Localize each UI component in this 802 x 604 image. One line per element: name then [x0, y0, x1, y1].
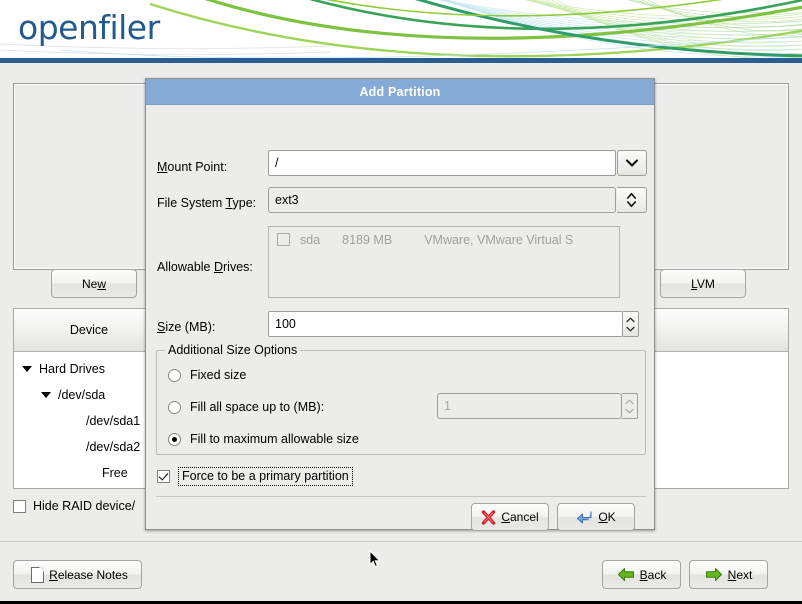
radio-icon[interactable]: [168, 368, 181, 382]
new-button-label: New: [81, 276, 106, 291]
enter-arrow-icon: [577, 511, 592, 523]
back-button-label: Back: [639, 567, 667, 582]
installer-screen: openfiler New LVM Device Hard Drives /de…: [0, 0, 802, 604]
mount-point-input[interactable]: /: [268, 150, 616, 176]
expander-triangle-icon[interactable]: [22, 366, 32, 372]
lvm-button[interactable]: LVM: [660, 269, 746, 298]
ok-button[interactable]: OK: [557, 503, 635, 531]
ok-button-label: OK: [598, 510, 616, 524]
add-partition-dialog: Add Partition Mount Point: / File System…: [145, 78, 655, 531]
cancel-button-label: Cancel: [501, 510, 539, 524]
column-header-device: Device: [69, 323, 109, 337]
drive-model: VMware, VMware Virtual S: [424, 232, 574, 247]
red-x-icon: [482, 509, 496, 525]
radio-fill-up-to[interactable]: Fill all space up to (MB):: [168, 400, 324, 414]
drive-name: sda: [300, 232, 321, 247]
radio-fill-maximum-label: Fill to maximum allowable size: [190, 432, 359, 446]
spinner-up-arrow-icon[interactable]: [626, 317, 635, 323]
chevron-down-icon: [625, 159, 639, 167]
list-item[interactable]: sda 8189 MB VMware, VMware Virtual S: [269, 227, 619, 247]
hide-raid-label: Hide RAID device/: [33, 499, 136, 513]
chevron-up-down-icon: [626, 192, 637, 208]
size-mb-spinner[interactable]: [623, 311, 639, 337]
spinner-down-arrow-icon[interactable]: [626, 326, 635, 332]
arrow-left-icon: [617, 568, 634, 581]
dialog-title: Add Partition: [146, 79, 654, 105]
arrow-right-icon: [705, 568, 722, 581]
dialog-body: Mount Point: / File System Type: ext3 Al…: [146, 105, 654, 531]
checkbox-icon[interactable]: [277, 233, 290, 246]
mount-point-value: /: [275, 156, 279, 170]
additional-size-options-group: Additional Size Options Fixed size Fill …: [156, 343, 646, 455]
size-mb-value: 100: [275, 317, 296, 331]
next-button[interactable]: Next: [689, 560, 768, 589]
fill-up-to-value: 1: [444, 399, 451, 413]
checkbox-icon[interactable]: [157, 470, 170, 483]
device-label: Hard Drives: [39, 362, 105, 376]
hide-raid-checkbox[interactable]: Hide RAID device/: [13, 499, 135, 513]
header-banner: openfiler: [0, 0, 802, 58]
file-system-type-select[interactable]: ext3: [268, 187, 616, 213]
device-label: /dev/sda2: [86, 440, 141, 454]
spinner-up-arrow-icon[interactable]: [625, 399, 634, 405]
mount-point-dropdown-button[interactable]: [617, 150, 647, 176]
device-label: /dev/sda: [58, 388, 106, 402]
radio-fill-up-to-label: Fill all space up to (MB):: [190, 400, 325, 414]
size-mb-input[interactable]: 100: [268, 311, 623, 337]
release-notes-label: Release Notes: [49, 567, 128, 582]
radio-fixed-size[interactable]: Fixed size: [168, 368, 246, 382]
cancel-button[interactable]: Cancel: [471, 503, 549, 531]
fill-up-to-input[interactable]: 1: [437, 393, 622, 419]
group-title: Additional Size Options: [165, 343, 301, 357]
radio-fill-maximum[interactable]: Fill to maximum allowable size: [168, 432, 359, 446]
lvm-button-label: LVM: [691, 276, 715, 291]
fill-up-to-spinner[interactable]: [622, 393, 638, 419]
checkbox-icon[interactable]: [13, 499, 26, 513]
next-button-label: Next: [727, 567, 753, 582]
file-system-type-spin-button[interactable]: [617, 187, 647, 213]
release-notes-button[interactable]: Release Notes: [13, 560, 142, 589]
allowable-drives-label: Allowable Drives:: [157, 260, 253, 274]
openfiler-logo: openfiler: [18, 8, 160, 47]
force-primary-label: Force to be a primary partition: [178, 467, 353, 486]
device-label: /dev/sda1: [86, 414, 141, 428]
drive-size: 8189 MB: [342, 232, 393, 247]
spinner-down-arrow-icon[interactable]: [625, 408, 634, 414]
force-primary-partition-checkbox[interactable]: Force to be a primary partition: [157, 467, 353, 486]
radio-fixed-size-label: Fixed size: [190, 368, 247, 382]
new-partition-button[interactable]: New: [51, 269, 137, 298]
expander-triangle-icon[interactable]: [41, 392, 51, 398]
footer-bar: Release Notes Back Next: [0, 541, 802, 601]
size-mb-label: Size (MB):: [157, 320, 216, 334]
dialog-separator: [156, 496, 646, 497]
file-system-type-value: ext3: [275, 193, 299, 207]
radio-icon[interactable]: [168, 400, 181, 414]
back-button[interactable]: Back: [602, 560, 681, 589]
file-system-type-label: File System Type:: [157, 196, 257, 210]
mount-point-label: Mount Point:: [157, 160, 228, 174]
allowable-drives-list[interactable]: sda 8189 MB VMware, VMware Virtual S: [268, 226, 620, 298]
radio-icon[interactable]: [168, 432, 181, 446]
device-label: Free: [102, 466, 128, 480]
document-icon: [31, 566, 45, 583]
